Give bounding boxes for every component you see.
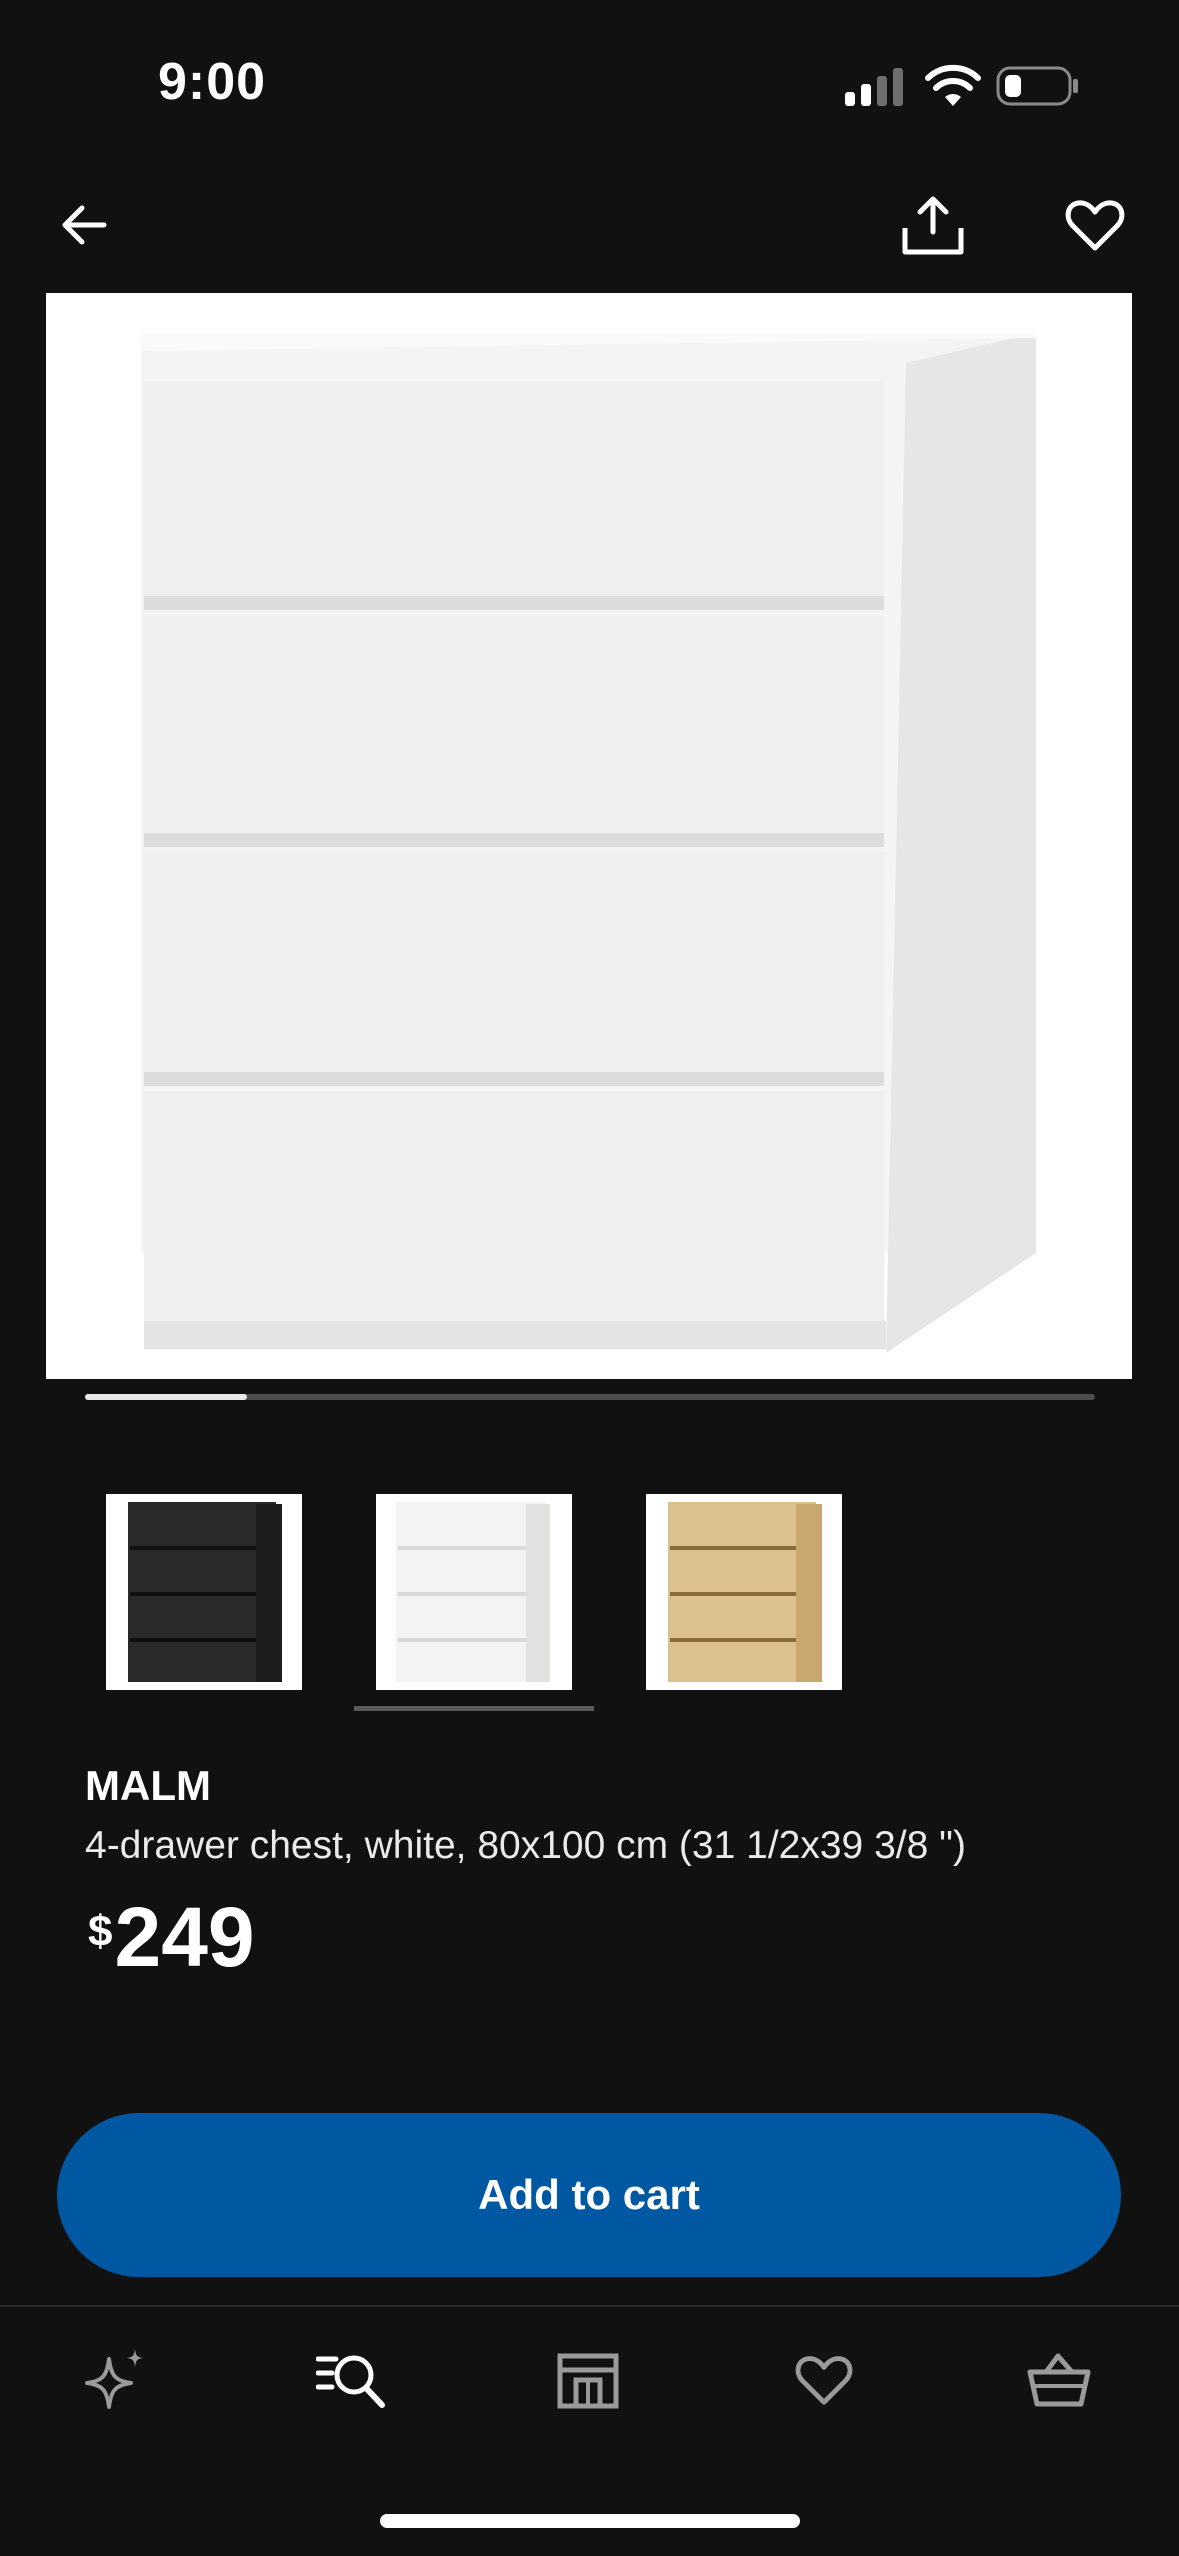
price-amount: 249 — [114, 1890, 255, 1984]
color-swatch-white[interactable] — [376, 1494, 572, 1690]
heart-icon — [795, 2356, 853, 2405]
product-image[interactable] — [46, 293, 1132, 1379]
product-description: 4-drawer chest, white, 80x100 cm (31 1/2… — [85, 1824, 966, 1867]
share-button[interactable] — [883, 175, 983, 275]
black-dresser-thumbnail — [128, 1502, 282, 1682]
wifi-icon — [925, 64, 981, 106]
nav-stores[interactable] — [528, 2330, 648, 2430]
search-list-icon — [316, 2355, 385, 2408]
arrow-left-icon — [62, 205, 107, 245]
sparkle-icon — [85, 2349, 143, 2409]
oak-dresser-thumbnail — [668, 1502, 822, 1682]
nav-favorites[interactable] — [764, 2330, 884, 2430]
white-dresser-thumbnail — [396, 1502, 550, 1682]
store-icon — [557, 2353, 619, 2409]
product-name: MALM — [85, 1762, 211, 1809]
battery-icon — [996, 66, 1078, 106]
color-swatch-oak[interactable] — [646, 1494, 842, 1690]
dresser-illustration — [141, 333, 1036, 1353]
back-button[interactable] — [34, 175, 134, 275]
bottom-nav-divider — [0, 2305, 1179, 2307]
gallery-progress-fill — [85, 1394, 247, 1400]
gallery-progress-bar — [85, 1394, 1095, 1400]
home-indicator — [380, 2514, 800, 2528]
favorite-button[interactable] — [1045, 175, 1145, 275]
nav-search[interactable] — [292, 2330, 412, 2430]
selected-swatch-indicator — [354, 1706, 594, 1711]
basket-icon — [1027, 2353, 1091, 2407]
status-time: 9:00 — [158, 53, 267, 111]
nav-inspiration[interactable] — [56, 2330, 176, 2430]
add-to-cart-button[interactable]: Add to cart — [57, 2113, 1121, 2277]
nav-cart[interactable] — [999, 2330, 1119, 2430]
share-icon — [902, 196, 964, 255]
cellular-signal-icon — [845, 68, 903, 106]
product-price: $ 249 — [88, 1895, 255, 1979]
price-currency: $ — [88, 1907, 113, 1956]
heart-icon — [1065, 200, 1125, 251]
color-swatch-black-brown[interactable] — [106, 1494, 302, 1690]
